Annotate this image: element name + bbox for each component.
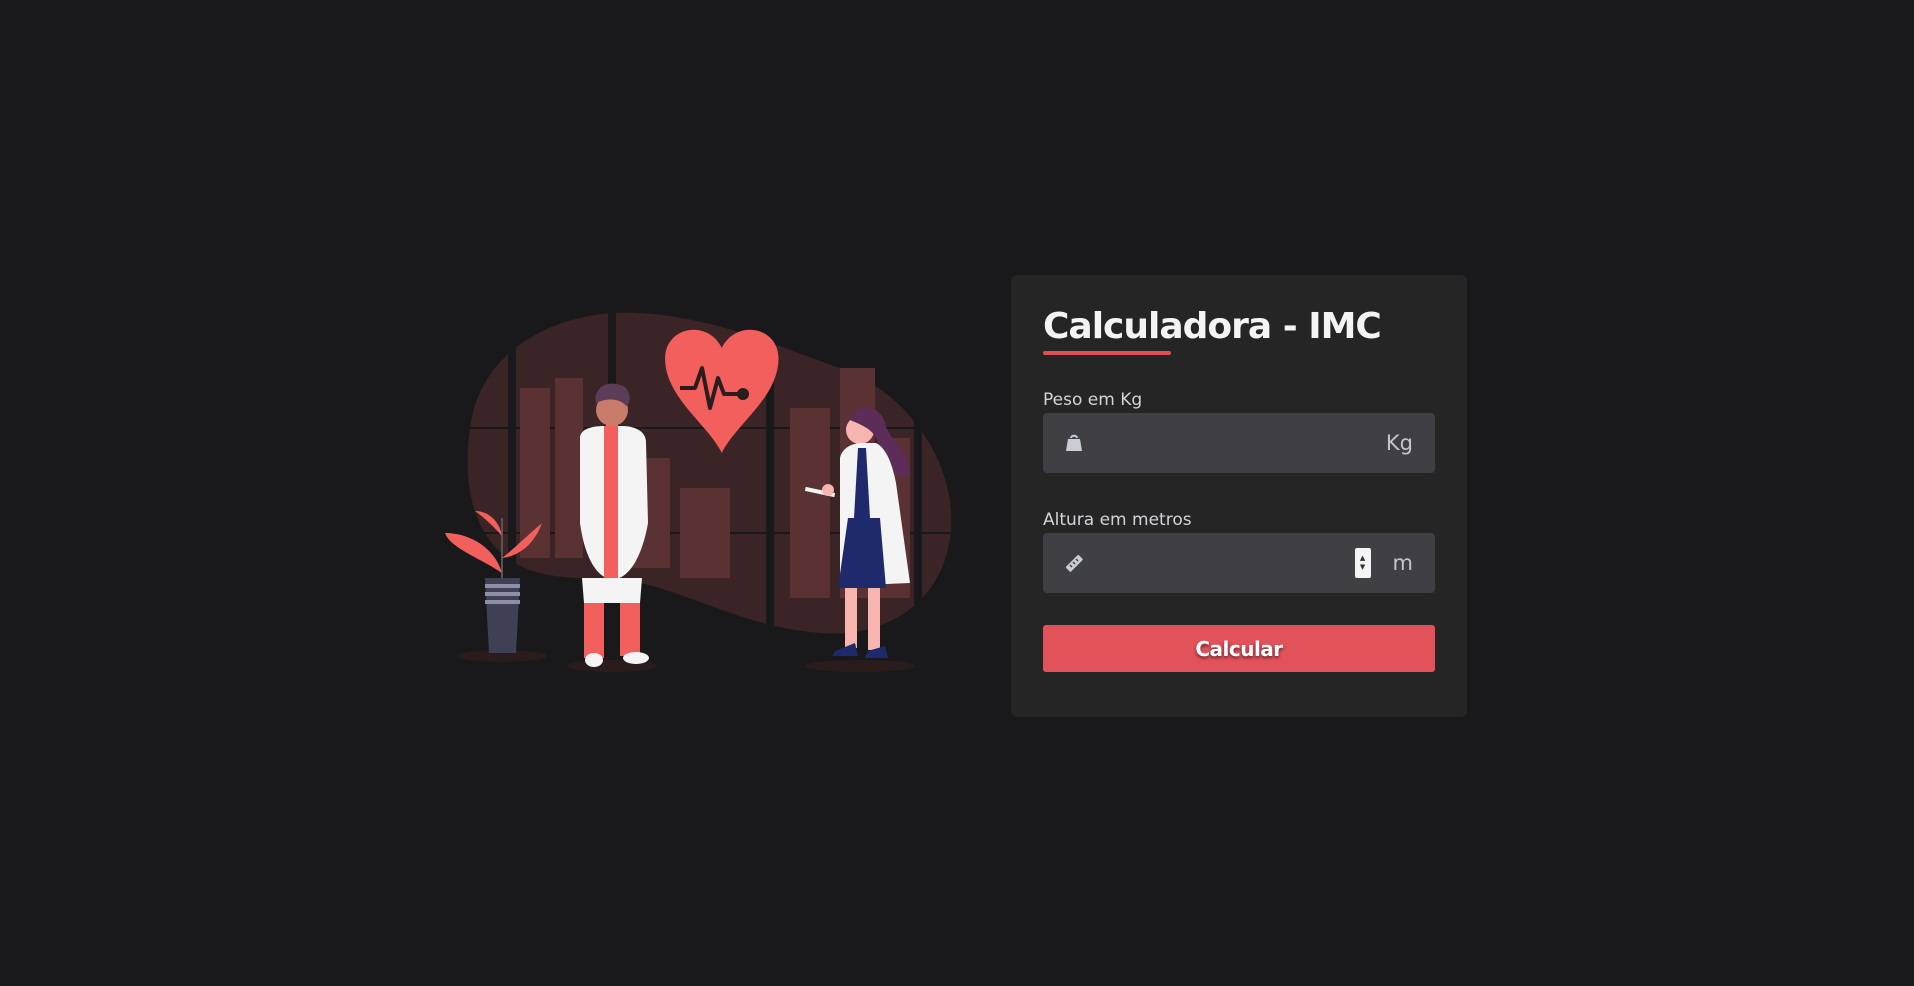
hero-illustration [440, 308, 960, 678]
title-underline [1043, 351, 1171, 355]
height-field: ▲ ▼ m [1043, 533, 1435, 593]
height-input[interactable] [1085, 533, 1355, 593]
stepper-up-icon[interactable]: ▲ [1360, 554, 1365, 563]
calculate-button[interactable]: Calcular [1043, 625, 1435, 672]
weight-label: Peso em Kg [1043, 390, 1143, 410]
bmi-calculator-card: Calculadora - IMC Peso em Kg Kg Altura e… [1011, 275, 1467, 717]
doctors-heart-illustration [445, 308, 960, 672]
weight-unit: Kg [1385, 431, 1413, 455]
weight-input[interactable] [1085, 413, 1386, 473]
weight-bag-icon [1063, 432, 1085, 454]
ruler-icon [1063, 552, 1085, 574]
height-unit: m [1392, 551, 1413, 575]
height-stepper[interactable]: ▲ ▼ [1354, 548, 1371, 578]
weight-field: Kg [1043, 413, 1435, 473]
page-title: Calculadora - IMC [1043, 306, 1382, 347]
height-label: Altura em metros [1043, 510, 1192, 530]
stepper-down-icon[interactable]: ▼ [1360, 563, 1365, 572]
